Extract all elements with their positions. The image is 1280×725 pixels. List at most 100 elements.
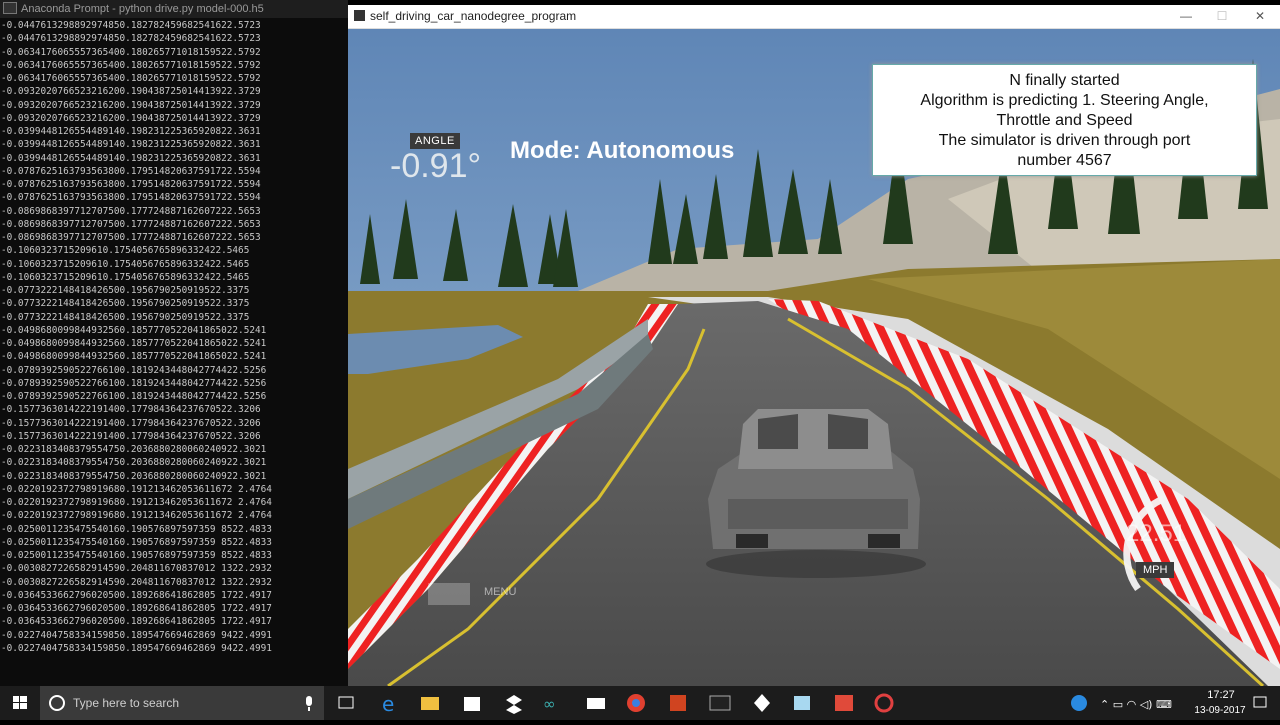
svg-text:∞: ∞ xyxy=(543,695,556,713)
console-line: -0.1577363014222191400.17798436423767052… xyxy=(1,430,261,442)
close-button[interactable]: ✕ xyxy=(1242,5,1278,28)
console-line: -0.0030827226582914590.204811670837012 1… xyxy=(1,576,272,588)
console-line: -0.0223183408379554750.20368802800602409… xyxy=(1,457,267,469)
info-overlay: N finally started Algorithm is predictin… xyxy=(872,64,1257,176)
unity-icon[interactable] xyxy=(742,686,782,720)
simulator-title: self_driving_car_nanodegree_program xyxy=(370,9,577,23)
windows-icon xyxy=(13,696,27,709)
console-line: -0.1577363014222191400.17798436423767052… xyxy=(1,417,261,429)
console-line: -0.0250011235475540160.190576897597359 8… xyxy=(1,523,272,535)
console-line: -0.0220192372798919680.19121346205361167… xyxy=(1,510,272,522)
search-box[interactable]: Type here to search xyxy=(40,686,324,720)
console-line: -0.0932020766523216200.19043872501441392… xyxy=(1,86,261,98)
console-line: -0.0789392590522766100.18192434480427744… xyxy=(1,377,267,389)
unity-app-icon xyxy=(354,10,365,21)
edge-icon[interactable]: e xyxy=(370,686,410,720)
help-icon[interactable] xyxy=(1064,686,1094,720)
console-line: -0.0773222148418426500.1956790250919522.… xyxy=(1,311,250,323)
console-line: -0.0789392590522766100.18192434480427744… xyxy=(1,391,267,402)
console-line: -0.0773222148418426500.1956790250919522.… xyxy=(1,285,250,296)
console-line: -0.0498680099844932560.18577705220418650… xyxy=(1,324,267,336)
console-line: -0.0227404758334159850.189547669462869 9… xyxy=(1,642,272,654)
simulator-window[interactable]: self_driving_car_nanodegree_program — ☐ … xyxy=(348,5,1280,686)
console-line: -0.0498680099844932560.18577705220418650… xyxy=(1,351,267,363)
console-line: -0.0773222148418426500.1956790250919522.… xyxy=(1,298,250,310)
console-line: -0.0787625163793563800.17951482063759172… xyxy=(1,165,261,177)
menu-label[interactable]: MENU xyxy=(484,586,516,598)
console-line: -0.1060323715209610.1754056765896332422.… xyxy=(1,245,250,257)
speed-value: 22.51 xyxy=(1126,520,1187,547)
overlay-line: N finally started xyxy=(1009,72,1120,89)
svg-text:⌃ ▭ ◠ ◁) ⌨: ⌃ ▭ ◠ ◁) ⌨ xyxy=(1100,698,1172,711)
app-red-icon[interactable] xyxy=(824,686,864,720)
store-icon[interactable] xyxy=(452,686,492,720)
app-blue-icon[interactable] xyxy=(782,686,822,720)
console-titlebar[interactable]: Anaconda Prompt - python drive.py model-… xyxy=(0,0,348,18)
overlay-line: Algorithm is predicting 1. Steering Angl… xyxy=(920,92,1209,109)
unity-gear-icon[interactable] xyxy=(864,686,904,720)
console-line: -0.0447613298892974850.18278245968254162… xyxy=(1,33,261,45)
overlay-line: number 4567 xyxy=(1017,152,1112,169)
console-line: -0.0220192372798919680.19121346205361167… xyxy=(1,497,272,508)
console-title: Anaconda Prompt - python drive.py model-… xyxy=(21,3,264,15)
console-line: -0.0223183408379554750.20368802800602409… xyxy=(1,444,267,455)
simulator-viewport[interactable]: ANGLE -0.91° Mode: Autonomous N finally … xyxy=(348,29,1280,686)
clock-time[interactable]: 17:27 xyxy=(1196,689,1246,701)
console-line: -0.0869868397712707500.17772488716260722… xyxy=(1,205,261,217)
console-line: -0.0869868397712707500.17772488716260722… xyxy=(1,232,261,243)
console-line: -0.0223183408379554750.20368802800602409… xyxy=(1,470,267,482)
search-placeholder: Type here to search xyxy=(73,696,180,710)
console-line: -0.0364533662796020500.189268641862805 1… xyxy=(1,616,272,628)
mode-text: Mode: Autonomous xyxy=(510,137,735,164)
console-line: -0.0634176065557365400.18026577101815952… xyxy=(1,46,261,58)
microphone-icon[interactable] xyxy=(302,686,316,720)
mail-icon[interactable] xyxy=(576,686,616,720)
minimize-button[interactable]: — xyxy=(1168,5,1204,28)
console-line: -0.0399448126554489140.19823122536592082… xyxy=(1,126,261,137)
file-explorer-icon[interactable] xyxy=(410,686,450,720)
start-button[interactable] xyxy=(0,686,40,720)
taskbar: Type here to search e ∞ ⌃ ▭ ◠ ◁) ⌨ 17:27… xyxy=(0,686,1280,720)
simulator-titlebar[interactable]: self_driving_car_nanodegree_program — ☐ … xyxy=(348,5,1280,29)
console-line: -0.0364533662796020500.189268641862805 1… xyxy=(1,603,272,614)
chrome-icon[interactable] xyxy=(616,686,656,720)
overlay-line: The simulator is driven through port xyxy=(938,132,1191,149)
overlay-line: Throttle and Speed xyxy=(996,112,1133,129)
console-line: -0.0227404758334159850.189547669462869 9… xyxy=(1,629,272,641)
console-line: -0.0634176065557365400.18026577101815952… xyxy=(1,73,261,84)
console-line: -0.0789392590522766100.18192434480427744… xyxy=(1,364,267,376)
console-line: -0.0932020766523216200.19043872501441392… xyxy=(1,112,261,124)
maximize-button[interactable]: ☐ xyxy=(1204,5,1240,28)
terminal-icon xyxy=(3,2,17,14)
console-line: -0.1060323715209610.1754056765896332422.… xyxy=(1,271,250,283)
system-tray-icons[interactable]: ⌃ ▭ ◠ ◁) ⌨ xyxy=(1096,686,1186,720)
console-line: -0.0787625163793563800.17951482063759172… xyxy=(1,192,261,204)
svg-text:e: e xyxy=(382,692,394,716)
menu-button[interactable] xyxy=(428,583,470,605)
notifications-icon[interactable] xyxy=(1240,686,1280,720)
console-line: -0.0364533662796020500.189268641862805 1… xyxy=(1,589,272,601)
console-line: -0.0498680099844932560.18577705220418650… xyxy=(1,338,267,349)
speed-unit: MPH xyxy=(1136,562,1175,578)
console-line: -0.0634176065557365400.18026577101815952… xyxy=(1,59,261,71)
terminal-icon[interactable] xyxy=(700,686,740,720)
dropbox-icon[interactable] xyxy=(494,686,534,720)
console-line: -0.0869868397712707500.17772488716260722… xyxy=(1,218,261,230)
console-output: -0.0447613298892974850.18278245968254162… xyxy=(1,19,348,685)
console-line: -0.0220192372798919680.19121346205361167… xyxy=(1,483,272,495)
console-line: -0.0399448126554489140.19823122536592082… xyxy=(1,139,261,151)
arduino-icon[interactable]: ∞ xyxy=(534,686,574,720)
cortana-icon xyxy=(49,695,65,711)
console-line: -0.0399448126554489140.19823122536592082… xyxy=(1,152,261,164)
console-line: -0.0447613298892974850.18278245968254162… xyxy=(1,20,261,31)
console-line: -0.1577363014222191400.17798436423767052… xyxy=(1,404,261,416)
task-view-icon[interactable] xyxy=(326,686,366,720)
console-line: -0.0250011235475540160.190576897597359 8… xyxy=(1,536,272,548)
console-window[interactable]: Anaconda Prompt - python drive.py model-… xyxy=(0,0,348,686)
console-line: -0.0250011235475540160.190576897597359 8… xyxy=(1,550,272,561)
powerpoint-icon[interactable] xyxy=(658,686,698,720)
angle-value: -0.91° xyxy=(390,147,482,185)
console-line: -0.1060323715209610.1754056765896332422.… xyxy=(1,258,250,270)
console-line: -0.0030827226582914590.204811670837012 1… xyxy=(1,563,272,575)
console-line: -0.0787625163793563800.17951482063759172… xyxy=(1,179,261,190)
